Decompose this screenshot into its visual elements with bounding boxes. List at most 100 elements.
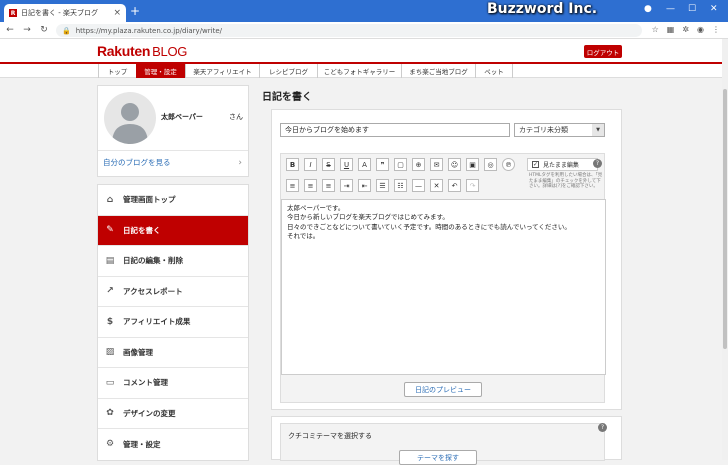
sidebar-item-images[interactable]: ▨ 画像管理: [98, 338, 248, 368]
address-bar[interactable]: 🔒 https://my.plaza.rakuten.co.jp/diary/w…: [56, 24, 642, 37]
wysiwyg-toggle[interactable]: ✓ 見たまま編集: [527, 158, 598, 171]
rakuten-blog-logo[interactable]: Rakuten BLOG: [97, 43, 187, 59]
back-icon[interactable]: ←: [3, 25, 17, 35]
horizontal-rule-button[interactable]: —: [412, 179, 425, 192]
user-honorific: さん: [229, 113, 243, 121]
extension-icon[interactable]: ▦: [667, 25, 675, 34]
diary-editor: 今日からブログを始めます カテゴリ未分類 ▼ B I S U A ❞ ▢ ⊕ ✉…: [271, 109, 622, 410]
sidebar-item-label: 管理・設定: [123, 439, 161, 449]
italic-button[interactable]: I: [304, 158, 317, 171]
link-button[interactable]: ⊕: [412, 158, 425, 171]
tab-close-icon[interactable]: ×: [113, 8, 121, 18]
indent-button[interactable]: ⇥: [340, 179, 353, 192]
chevron-right-icon: ›: [238, 157, 242, 168]
browser-tab[interactable]: R 日記を書く - 楽天ブログ ×: [4, 4, 126, 22]
gnav-item-settings[interactable]: 管理・設定: [136, 64, 185, 78]
browser-titlebar: R 日記を書く - 楽天ブログ × + Buzzword Inc. ● — ☐ …: [0, 0, 728, 22]
money-bag-icon: $: [106, 316, 114, 327]
mail-button[interactable]: ✉: [430, 158, 443, 171]
gnav-item-top[interactable]: トップ: [98, 64, 136, 78]
instagram-button[interactable]: ◎: [484, 158, 497, 171]
outdent-button[interactable]: ⇤: [358, 179, 371, 192]
quote-button[interactable]: ❞: [376, 158, 389, 171]
document-icon: ▤: [105, 255, 115, 266]
close-window-icon[interactable]: ✕: [710, 4, 718, 14]
insert-box-button[interactable]: ▢: [394, 158, 407, 171]
minimize-icon[interactable]: —: [666, 4, 675, 14]
lock-icon: 🔒: [62, 26, 71, 35]
forward-icon[interactable]: →: [20, 25, 34, 35]
logo-rakuten: Rakuten: [97, 43, 151, 59]
diary-body-textarea[interactable]: 太郎ペーパーです。 今日から新しいブログを楽天ブログではじめてみます。 日々ので…: [281, 199, 606, 375]
more-menu-icon[interactable]: ⋮: [712, 25, 720, 34]
gnav-item-affiliate[interactable]: 楽天アフィリエイト: [185, 64, 259, 78]
sidebar-item-label: デザインの変更: [123, 408, 176, 418]
sidebar-menu: ⌂ 管理画面トップ ✎ 日記を書く ▤ 日記の編集・削除 ↗ アクセスレポート $ アフィ…: [97, 184, 249, 461]
url-text: https://my.plaza.rakuten.co.jp/diary/wri…: [75, 26, 223, 35]
profile-dot-icon[interactable]: ●: [644, 4, 652, 14]
title-input[interactable]: 今日からブログを始めます: [280, 123, 510, 137]
palette-icon: ✿: [106, 408, 114, 419]
emoji-button[interactable]: ☺: [448, 158, 461, 171]
pinterest-button[interactable]: ℗: [502, 158, 515, 171]
sidebar-item-label: アフィリエイト成果: [123, 317, 191, 327]
strikethrough-button[interactable]: S: [322, 158, 335, 171]
logout-button[interactable]: ログアウト: [584, 45, 622, 58]
sidebar-item-dashboard[interactable]: ⌂ 管理画面トップ: [98, 185, 248, 216]
sidebar-item-settings[interactable]: ⚙ 管理・設定: [98, 429, 248, 460]
sidebar-item-affiliate[interactable]: $ アフィリエイト成果: [98, 307, 248, 338]
preview-button[interactable]: 日記のプレビュー: [404, 382, 482, 397]
align-center-button[interactable]: ≡: [304, 179, 317, 192]
puzzle-icon[interactable]: ✲: [682, 25, 689, 34]
image-insert-button[interactable]: ▣: [466, 158, 479, 171]
my-blog-link[interactable]: 自分のブログを見る ›: [98, 150, 248, 174]
user-name: 太郎ベーパー: [161, 113, 203, 121]
theme-help-icon[interactable]: ?: [598, 423, 607, 432]
sidebar-item-label: 画像管理: [123, 347, 153, 357]
sidebar-item-write[interactable]: ✎ 日記を書く: [98, 215, 248, 246]
redo-button[interactable]: ↷: [466, 179, 479, 192]
sidebar-item-edit-delete[interactable]: ▤ 日記の編集・削除: [98, 246, 248, 277]
wysiwyg-checkbox[interactable]: ✓: [532, 161, 539, 168]
account-icon[interactable]: ◉: [697, 25, 704, 34]
bullet-list-button[interactable]: ☰: [376, 179, 389, 192]
bold-button[interactable]: B: [286, 158, 299, 171]
browser-toolbar: ← → ↻ 🔒 https://my.plaza.rakuten.co.jp/d…: [0, 22, 728, 39]
theme-box: クチコミテーマを選択する テーマを探す: [280, 423, 605, 465]
gnav-item-kids-photo[interactable]: こどもフォトギャラリー: [317, 64, 401, 78]
gear-icon: ⚙: [105, 439, 115, 450]
sidebar-item-label: 日記を書く: [123, 225, 161, 235]
category-value: カテゴリ未分類: [519, 126, 568, 134]
sidebar-item-design[interactable]: ✿ デザインの変更: [98, 399, 248, 429]
sidebar-item-label: 日記の編集・削除: [123, 256, 183, 266]
global-nav: トップ 管理・設定 楽天アフィリエイト レシピブログ こどもフォトギャラリー ま…: [0, 64, 722, 78]
category-select[interactable]: カテゴリ未分類 ▼: [514, 123, 605, 137]
image-icon: ▨: [105, 347, 115, 358]
align-right-button[interactable]: ≡: [322, 179, 335, 192]
reload-icon[interactable]: ↻: [37, 25, 51, 35]
sidebar-item-access-report[interactable]: ↗ アクセスレポート: [98, 277, 248, 307]
find-theme-button[interactable]: テーマを探す: [399, 450, 477, 465]
clear-format-button[interactable]: ✕: [430, 179, 443, 192]
gnav-item-recipe[interactable]: レシピブログ: [259, 64, 317, 78]
undo-button[interactable]: ↶: [448, 179, 461, 192]
gnav-item-local-blog[interactable]: まち楽ご当地ブログ: [401, 64, 475, 78]
help-icon[interactable]: ?: [593, 159, 602, 168]
star-icon[interactable]: ☆: [652, 25, 659, 34]
numbered-list-button[interactable]: ☷: [394, 179, 407, 192]
font-size-button[interactable]: A: [358, 158, 371, 171]
page-scrollbar[interactable]: [722, 39, 728, 460]
dropdown-arrow-icon: ▼: [592, 124, 604, 136]
sidebar-item-comments[interactable]: ▭ コメント管理: [98, 368, 248, 399]
gnav-item-pet[interactable]: ペット: [475, 64, 513, 78]
scrollbar-thumb[interactable]: [723, 89, 727, 349]
user-silhouette-icon: [112, 103, 148, 144]
new-tab-icon[interactable]: +: [130, 4, 140, 18]
kuchikomi-theme-panel: クチコミテーマを選択する テーマを探す ?: [271, 416, 622, 465]
logo-blog: BLOG: [152, 44, 188, 59]
maximize-icon[interactable]: ☐: [688, 4, 696, 14]
underline-button[interactable]: U: [340, 158, 353, 171]
align-left-button[interactable]: ≡: [286, 179, 299, 192]
html-tip-text: HTMLタグを利用したい場合は、「見たまま編集」のチェックを外して下さい。詳細は…: [529, 173, 603, 190]
avatar: [104, 92, 156, 144]
